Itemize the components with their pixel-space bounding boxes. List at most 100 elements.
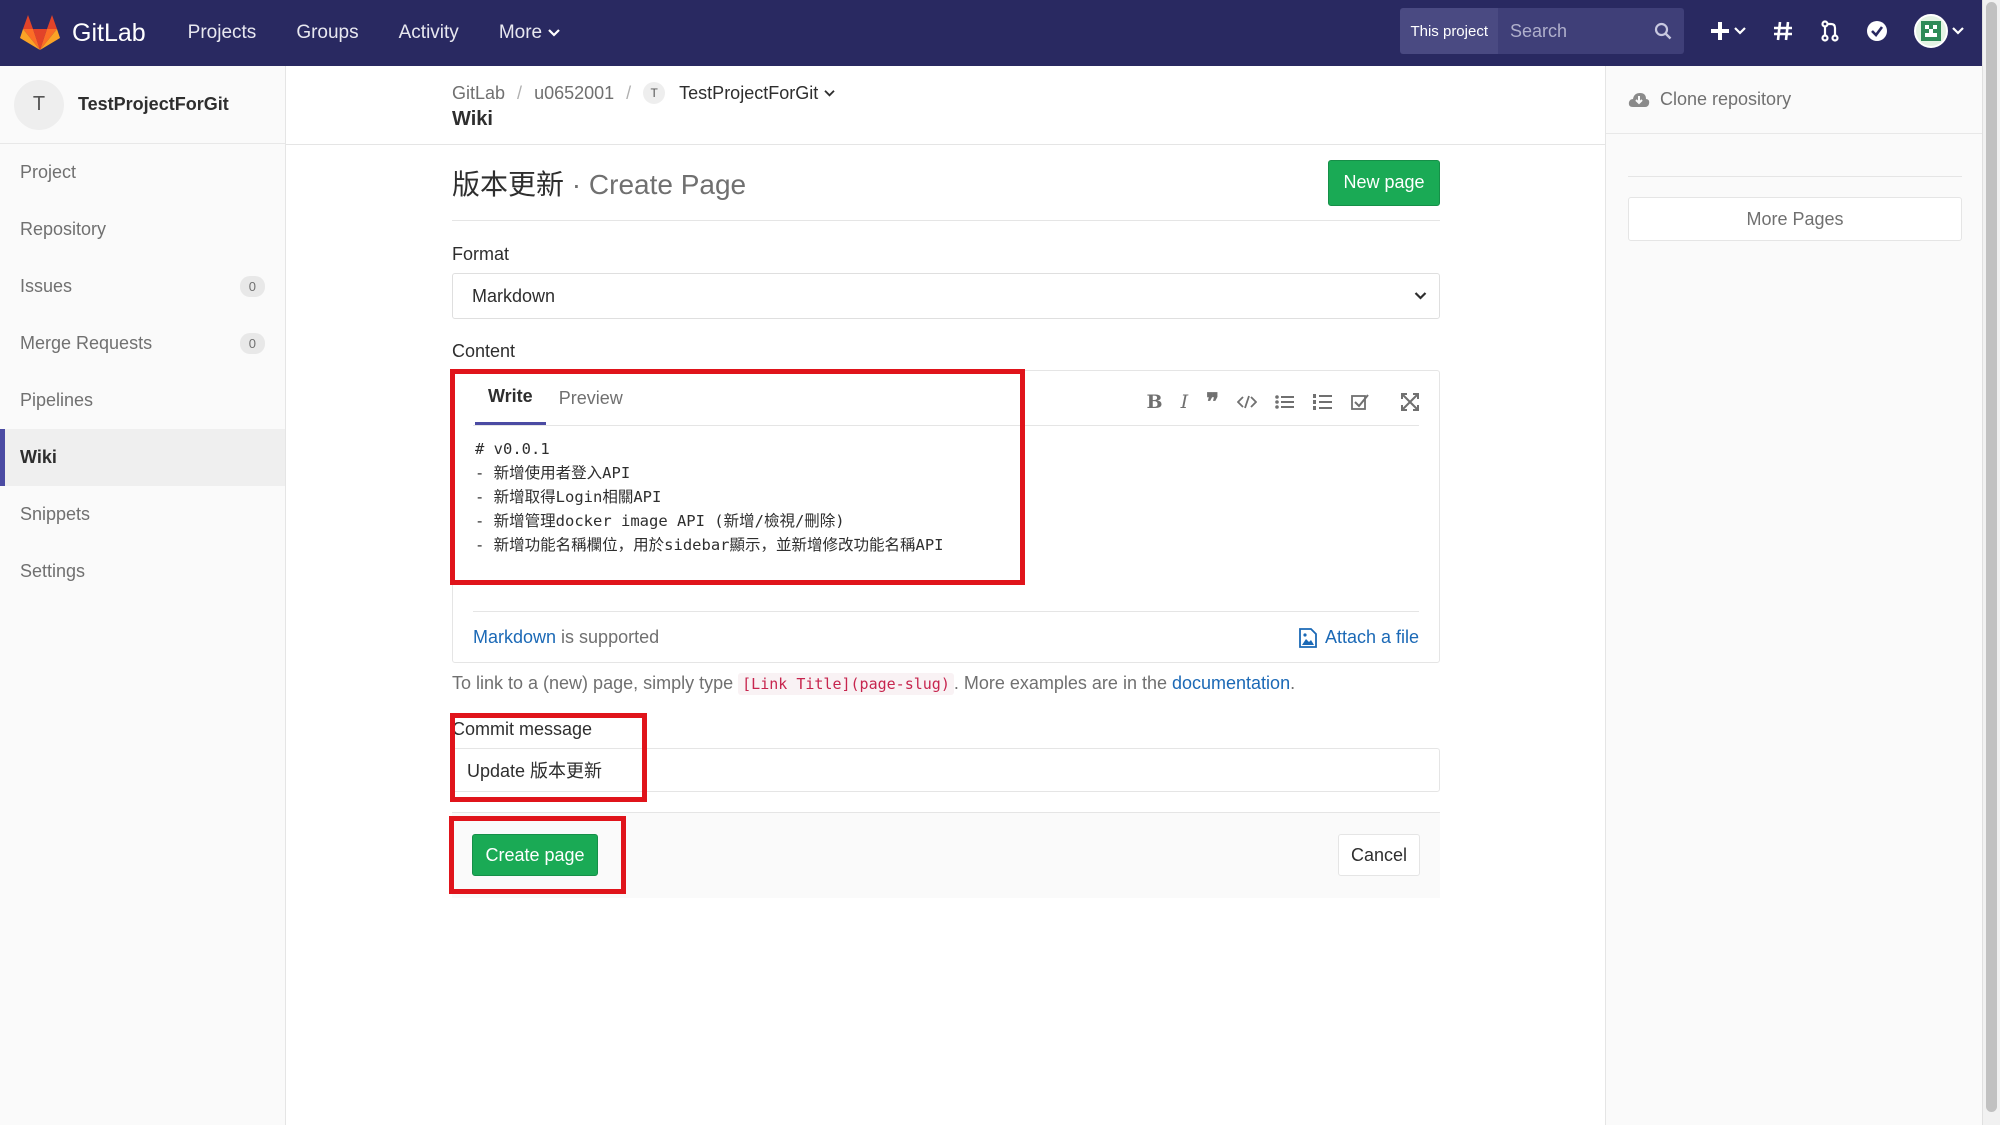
sidebar-item-wiki[interactable]: Wiki bbox=[0, 429, 285, 486]
content-label: Content bbox=[452, 341, 516, 361]
gitlab-logo-icon bbox=[20, 15, 60, 50]
sidebar-item-snippets[interactable]: Snippets bbox=[0, 486, 285, 543]
breadcrumb: GitLab / u0652001 / T TestProjectForGit bbox=[452, 82, 1605, 104]
breadcrumb-project-label: TestProjectForGit bbox=[679, 82, 819, 103]
plus-icon bbox=[1711, 22, 1729, 40]
code-icon[interactable] bbox=[1237, 394, 1257, 410]
page-title-name: 版本更新 bbox=[452, 168, 565, 200]
nav-activity[interactable]: Activity bbox=[399, 22, 459, 44]
editor-footer: Markdown is supported Attach a file bbox=[473, 611, 1419, 663]
breadcrumb-project[interactable]: T TestProjectForGit bbox=[643, 82, 835, 104]
format-select[interactable]: Markdown bbox=[452, 273, 1440, 319]
project-name: TestProjectForGit bbox=[78, 94, 229, 114]
documentation-link[interactable]: documentation bbox=[1172, 673, 1290, 693]
supported-text: is supported bbox=[561, 627, 660, 647]
image-file-icon bbox=[1299, 627, 1317, 648]
numbered-list-icon[interactable] bbox=[1313, 393, 1333, 411]
nav-groups[interactable]: Groups bbox=[296, 22, 358, 44]
scrollbar-thumb[interactable] bbox=[1986, 2, 1997, 1112]
breadcrumb-bar: GitLab / u0652001 / T TestProjectForGit … bbox=[286, 66, 1605, 145]
format-label: Format bbox=[452, 244, 510, 264]
clone-repository-link[interactable]: Clone repository bbox=[1606, 66, 1982, 134]
project-header[interactable]: T TestProjectForGit bbox=[0, 66, 285, 144]
clone-repository-label: Clone repository bbox=[1660, 89, 1792, 109]
page-scrollbar[interactable] bbox=[1982, 0, 2000, 1125]
annotation-box-commit bbox=[450, 713, 647, 802]
bullet-list-icon[interactable] bbox=[1275, 394, 1295, 410]
sidebar-item-project[interactable]: Project bbox=[0, 144, 285, 201]
search-icon bbox=[1654, 22, 1672, 40]
annotation-box-create bbox=[449, 816, 626, 894]
merge-requests-nav[interactable] bbox=[1820, 20, 1840, 42]
markdown-help-link[interactable]: Markdown bbox=[473, 627, 556, 647]
sidebar-item-label: Issues bbox=[20, 276, 73, 296]
bold-icon[interactable]: B bbox=[1147, 391, 1163, 413]
project-avatar: T bbox=[14, 79, 64, 130]
sidebar-item-label: Repository bbox=[20, 219, 107, 239]
brand-name: GitLab bbox=[72, 18, 146, 47]
sidebar-item-label: Snippets bbox=[20, 504, 91, 524]
italic-icon[interactable]: I bbox=[1181, 391, 1189, 413]
format-select-value: Markdown bbox=[472, 285, 556, 306]
new-dropdown[interactable] bbox=[1710, 21, 1746, 41]
wiki-right-sidebar: Clone repository More Pages bbox=[1605, 66, 1982, 1125]
sidebar-item-label: Settings bbox=[20, 561, 86, 581]
nav-links: Projects Groups Activity More bbox=[168, 22, 580, 44]
check-circle-icon bbox=[1867, 21, 1887, 41]
markdown-toolbar: B I ❞ bbox=[1147, 387, 1419, 416]
gitlab-home-link[interactable]: GitLab bbox=[20, 15, 146, 51]
more-pages-button[interactable]: More Pages bbox=[1628, 197, 1962, 241]
sidebar-item-settings[interactable]: Settings bbox=[0, 543, 285, 600]
nav-more[interactable]: More bbox=[499, 22, 560, 44]
link-hint: To link to a (new) page, simply type [Li… bbox=[452, 673, 1296, 695]
user-avatar bbox=[1914, 14, 1948, 48]
cancel-button[interactable]: Cancel bbox=[1338, 834, 1420, 876]
breadcrumb-gitlab[interactable]: GitLab bbox=[452, 83, 505, 104]
markdown-support-note: Markdown is supported bbox=[473, 627, 659, 648]
nav-more-label: More bbox=[498, 22, 543, 43]
hint-code: [Link Title](page-slug) bbox=[738, 673, 954, 695]
sidebar-item-label: Pipelines bbox=[20, 390, 94, 410]
breadcrumb-title: Wiki bbox=[452, 108, 493, 130]
chevron-down-icon bbox=[824, 89, 835, 97]
issues-count-badge: 0 bbox=[239, 276, 265, 297]
chevron-down-icon bbox=[1414, 292, 1427, 300]
sidebar-item-repository[interactable]: Repository bbox=[0, 201, 285, 258]
sidebar-item-issues[interactable]: Issues 0 bbox=[0, 258, 285, 315]
breadcrumb-user[interactable]: u0652001 bbox=[534, 83, 614, 104]
attach-file-button[interactable]: Attach a file bbox=[1299, 627, 1419, 648]
page-title-subtitle: · Create Page bbox=[571, 168, 747, 200]
sidebar-item-pipelines[interactable]: Pipelines bbox=[0, 372, 285, 429]
nav-right: This project Search bbox=[1400, 8, 1964, 54]
new-page-button[interactable]: New page bbox=[1328, 159, 1440, 206]
chevron-down-icon bbox=[1952, 27, 1964, 35]
hint-suffix: . bbox=[1290, 673, 1296, 693]
search-input[interactable]: Search bbox=[1498, 8, 1684, 54]
main-content: GitLab / u0652001 / T TestProjectForGit … bbox=[286, 66, 1605, 898]
merge-request-icon bbox=[1821, 20, 1839, 42]
issues-hash-icon[interactable] bbox=[1772, 20, 1794, 42]
search-placeholder: Search bbox=[1510, 20, 1568, 41]
task-list-icon[interactable] bbox=[1351, 393, 1369, 411]
hash-icon bbox=[1774, 21, 1792, 41]
sidebar-item-label: Project bbox=[20, 162, 77, 182]
annotation-box-editor bbox=[450, 369, 1025, 585]
fullscreen-icon[interactable] bbox=[1401, 392, 1419, 411]
chevron-down-icon bbox=[548, 29, 560, 37]
todos-nav[interactable] bbox=[1866, 20, 1888, 42]
sidebar-item-merge-requests[interactable]: Merge Requests 0 bbox=[0, 315, 285, 372]
page-header: 版本更新 · Create Page New page bbox=[452, 145, 1440, 221]
page-title: 版本更新 · Create Page bbox=[452, 163, 746, 203]
user-avatar-icon bbox=[1921, 21, 1941, 41]
quote-icon[interactable]: ❞ bbox=[1206, 387, 1219, 416]
sidebar-divider bbox=[1628, 176, 1962, 177]
search-scope[interactable]: This project bbox=[1400, 8, 1498, 54]
nav-projects[interactable]: Projects bbox=[188, 22, 257, 44]
breadcrumb-separator: / bbox=[626, 82, 632, 103]
attach-file-label: Attach a file bbox=[1324, 627, 1419, 647]
sidebar-item-label: Wiki bbox=[20, 447, 57, 467]
merge-requests-count-badge: 0 bbox=[239, 333, 265, 354]
user-menu[interactable] bbox=[1914, 14, 1964, 48]
project-avatar-small: T bbox=[643, 82, 666, 104]
wiki-form: 版本更新 · Create Page New page Format Markd… bbox=[452, 145, 1440, 898]
